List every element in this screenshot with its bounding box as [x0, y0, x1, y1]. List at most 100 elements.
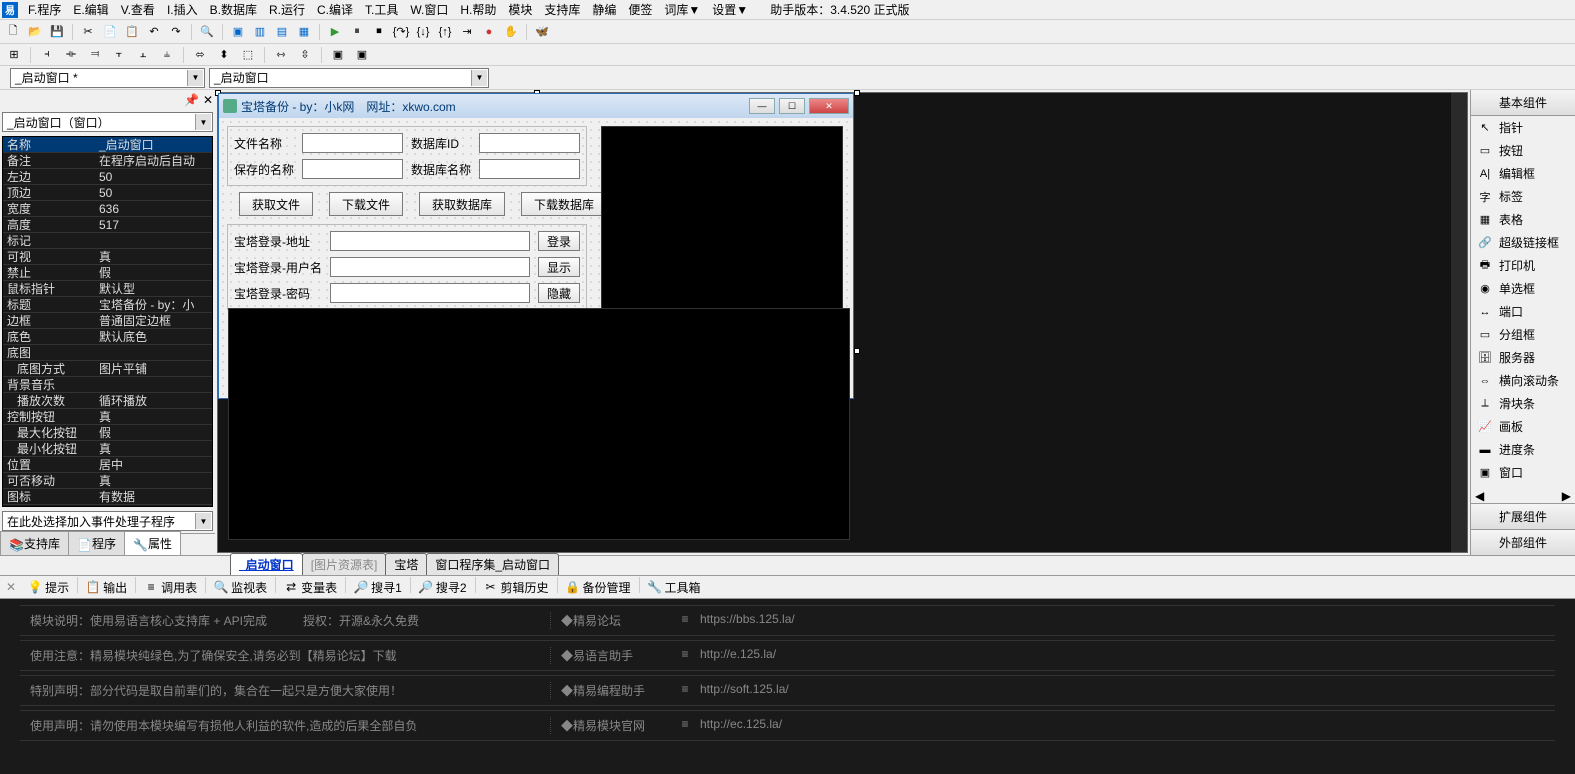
tab-image-resources[interactable]: [图片资源表]	[302, 553, 387, 575]
close-panel-icon[interactable]: ✕	[6, 580, 16, 594]
vertical-scrollbar[interactable]	[1451, 93, 1467, 552]
layout2-icon[interactable]: ▥	[251, 23, 269, 41]
run-icon[interactable]: ▶	[326, 23, 344, 41]
download-file-button[interactable]: 下载文件	[329, 192, 403, 216]
btab-输出[interactable]: 📋输出	[82, 577, 131, 598]
menu-settings[interactable]: 设置▼	[706, 1, 754, 18]
input-bt-pwd[interactable]	[330, 283, 530, 303]
layout3-icon[interactable]: ▤	[273, 23, 291, 41]
property-row[interactable]: 标题宝塔备份 - by：小	[3, 297, 212, 313]
component-item[interactable]: ▦表格	[1471, 208, 1575, 231]
redo-icon[interactable]: ↷	[167, 23, 185, 41]
property-row[interactable]: 可否移动真	[3, 473, 212, 489]
centerh-icon[interactable]: ▣	[328, 46, 348, 64]
preview-box-large[interactable]	[228, 308, 850, 540]
btab-搜寻2[interactable]: 🔎搜寻2	[415, 577, 471, 598]
hide-button[interactable]: 隐藏	[538, 283, 580, 303]
property-grid[interactable]: 名称_启动窗口备注在程序启动后自动左边50顶边50宽度636高度517标记可视真…	[2, 136, 213, 507]
open-icon[interactable]: 📂	[26, 23, 44, 41]
prop-value[interactable]: 循环播放	[95, 393, 212, 408]
align-right-icon[interactable]: ⫤	[85, 46, 105, 64]
scroll-left-icon[interactable]: ◀	[1475, 489, 1484, 503]
align-top-icon[interactable]: ⫟	[109, 46, 129, 64]
layout1-icon[interactable]: ▣	[229, 23, 247, 41]
assistant-icon[interactable]: 🦋	[533, 23, 551, 41]
prop-value[interactable]	[95, 233, 212, 248]
tab-supportlib[interactable]: 📚支持库	[0, 531, 69, 555]
component-item[interactable]: ▬进度条	[1471, 438, 1575, 461]
palette-tab-external[interactable]: 外部组件	[1471, 529, 1575, 555]
prop-value[interactable]: 真	[95, 441, 212, 456]
tab-baota[interactable]: 宝塔	[385, 553, 427, 575]
stop-icon[interactable]: ⏹	[370, 23, 388, 41]
layout4-icon[interactable]: ▦	[295, 23, 313, 41]
btab-剪辑历史[interactable]: ✂剪辑历史	[480, 577, 553, 598]
resize-handle[interactable]	[854, 348, 860, 354]
close-icon[interactable]: ✕	[203, 93, 213, 107]
undo-icon[interactable]: ↶	[145, 23, 163, 41]
tab-program[interactable]: 📄程序	[68, 531, 125, 555]
prop-value[interactable]: 普通固定边框	[95, 313, 212, 328]
component-item[interactable]: ↖指针	[1471, 116, 1575, 139]
property-row[interactable]: 边框普通固定边框	[3, 313, 212, 329]
align-bottom-icon[interactable]: ⫨	[157, 46, 177, 64]
property-row[interactable]: 禁止假	[3, 265, 212, 281]
pause-icon[interactable]: ⏸	[348, 23, 366, 41]
prop-value[interactable]: 517	[95, 217, 212, 232]
input-bt-user[interactable]	[330, 257, 530, 277]
prop-value[interactable]: _启动窗口	[95, 137, 212, 152]
copy-icon[interactable]: 📄	[101, 23, 119, 41]
btab-备份管理[interactable]: 🔒备份管理	[562, 577, 635, 598]
property-row[interactable]: 备注在程序启动后自动	[3, 153, 212, 169]
palette-tab-ext[interactable]: 扩展组件	[1471, 503, 1575, 529]
input-filename[interactable]	[302, 133, 403, 153]
prop-value[interactable]: 真	[95, 473, 212, 488]
window-combo-right[interactable]: _启动窗口 ▼	[209, 68, 489, 88]
prop-value[interactable]: 假	[95, 265, 212, 280]
save-icon[interactable]: 💾	[48, 23, 66, 41]
component-item[interactable]: 🔗超级链接框	[1471, 231, 1575, 254]
property-row[interactable]: 标记	[3, 233, 212, 249]
menu-static[interactable]: 静编	[586, 1, 622, 18]
prop-value[interactable]: 宝塔备份 - by：小	[95, 297, 212, 312]
runto-icon[interactable]: ⇥	[458, 23, 476, 41]
btab-工具箱[interactable]: 🔧工具箱	[644, 577, 705, 598]
property-row[interactable]: 底图方式图片平铺	[3, 361, 212, 377]
breakpoint-icon[interactable]: ●	[480, 23, 498, 41]
prop-value[interactable]: 默认型	[95, 281, 212, 296]
same-size-icon[interactable]: ⬚	[238, 46, 258, 64]
component-item[interactable]: ◉单选框	[1471, 277, 1575, 300]
prop-value[interactable]: 在程序启动后自动	[95, 153, 212, 168]
vspace-icon[interactable]: ⇳	[295, 46, 315, 64]
get-db-button[interactable]: 获取数据库	[419, 192, 505, 216]
same-height-icon[interactable]: ⬍	[214, 46, 234, 64]
find-icon[interactable]: 🔍	[198, 23, 216, 41]
input-dbname[interactable]	[479, 159, 580, 179]
menu-insert[interactable]: I.插入	[161, 1, 204, 18]
align-middle-icon[interactable]: ⫠	[133, 46, 153, 64]
prop-value[interactable]: 真	[95, 409, 212, 424]
resize-handle[interactable]	[854, 90, 860, 96]
align-center-icon[interactable]: ⟛	[61, 46, 81, 64]
menu-module[interactable]: 模块	[502, 1, 538, 18]
component-item[interactable]: 🗄服务器	[1471, 346, 1575, 369]
same-width-icon[interactable]: ⬄	[190, 46, 210, 64]
tab-startup-window[interactable]: _启动窗口	[230, 553, 303, 575]
maximize-button[interactable]: ☐	[779, 98, 805, 114]
paste-icon[interactable]: 📋	[123, 23, 141, 41]
menu-note[interactable]: 便签	[622, 1, 658, 18]
component-item[interactable]: 🖶打印机	[1471, 254, 1575, 277]
property-row[interactable]: 最大化按钮假	[3, 425, 212, 441]
design-canvas[interactable]: 宝塔备份 - by：小k网 网址：xkwo.com — ☐ ✕ 文件名称 数据库…	[217, 92, 1468, 553]
grid-icon[interactable]: ⊞	[4, 46, 24, 64]
btab-监视表[interactable]: 🔍监视表	[210, 577, 271, 598]
prop-value[interactable]: 真	[95, 249, 212, 264]
prop-value[interactable]	[95, 377, 212, 392]
menu-edit[interactable]: E.编辑	[67, 1, 114, 18]
tab-window-assembly[interactable]: 窗口程序集_启动窗口	[426, 553, 559, 575]
download-db-button[interactable]: 下载数据库	[521, 192, 607, 216]
new-icon[interactable]: 🗋	[4, 23, 22, 41]
component-item[interactable]: 📈画板	[1471, 415, 1575, 438]
component-item[interactable]: ▣窗口	[1471, 461, 1575, 484]
hspace-icon[interactable]: ⇿	[271, 46, 291, 64]
